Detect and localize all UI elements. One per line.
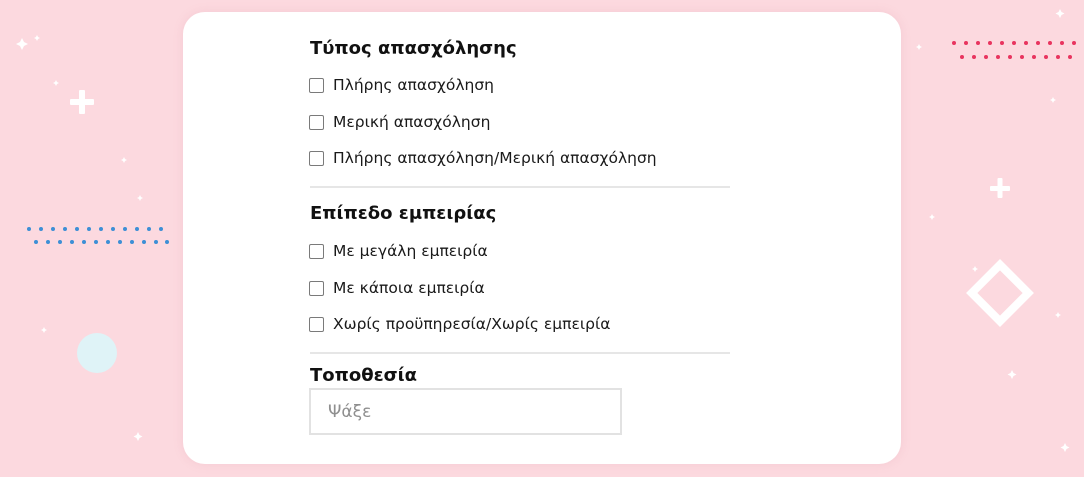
red-dotted-lines <box>952 41 1076 59</box>
section-divider <box>310 186 730 188</box>
option-no-experience[interactable]: Χωρίς προϋπηρεσία/Χωρίς εμπειρία <box>309 314 610 334</box>
option-some-experience[interactable]: Με κάποια εμπειρία <box>309 278 485 298</box>
full-time-checkbox[interactable] <box>309 77 324 93</box>
option-label: Πλήρης απασχόληση <box>333 76 495 94</box>
no-experience-checkbox[interactable] <box>309 316 324 332</box>
employment-type-title: Τύπος απασχόλησης <box>310 38 517 59</box>
option-high-experience[interactable]: Με μεγάλη εμπειρία <box>309 241 488 261</box>
location-search-input[interactable] <box>309 388 622 435</box>
some-experience-checkbox[interactable] <box>309 280 324 296</box>
section-divider <box>310 352 730 354</box>
option-label: Πλήρης απασχόληση/Μερική απασχόληση <box>333 149 657 167</box>
option-part-time[interactable]: Μερική απασχόληση <box>309 112 490 132</box>
diamond-icon <box>966 259 1034 327</box>
part-time-checkbox[interactable] <box>309 114 324 130</box>
full-or-part-time-checkbox[interactable] <box>309 150 324 166</box>
option-label: Με κάποια εμπειρία <box>333 279 485 297</box>
blue-dotted-lines <box>27 227 169 244</box>
filter-panel: Τύπος απασχόλησης Πλήρης απασχόληση Μερι… <box>183 12 901 464</box>
experience-level-title: Επίπεδο εμπειρίας <box>310 203 497 224</box>
option-full-or-part-time[interactable]: Πλήρης απασχόληση/Μερική απασχόληση <box>309 148 657 168</box>
option-label: Χωρίς προϋπηρεσία/Χωρίς εμπειρία <box>333 315 611 333</box>
option-label: Μερική απασχόληση <box>333 113 491 131</box>
high-experience-checkbox[interactable] <box>309 243 324 259</box>
option-full-time[interactable]: Πλήρης απασχόληση <box>309 75 494 95</box>
location-title: Τοποθεσία <box>310 365 418 386</box>
option-label: Με μεγάλη εμπειρία <box>333 242 488 260</box>
plus-icon <box>70 90 94 114</box>
plus-icon <box>990 178 1010 198</box>
circle-bubble <box>77 333 117 373</box>
